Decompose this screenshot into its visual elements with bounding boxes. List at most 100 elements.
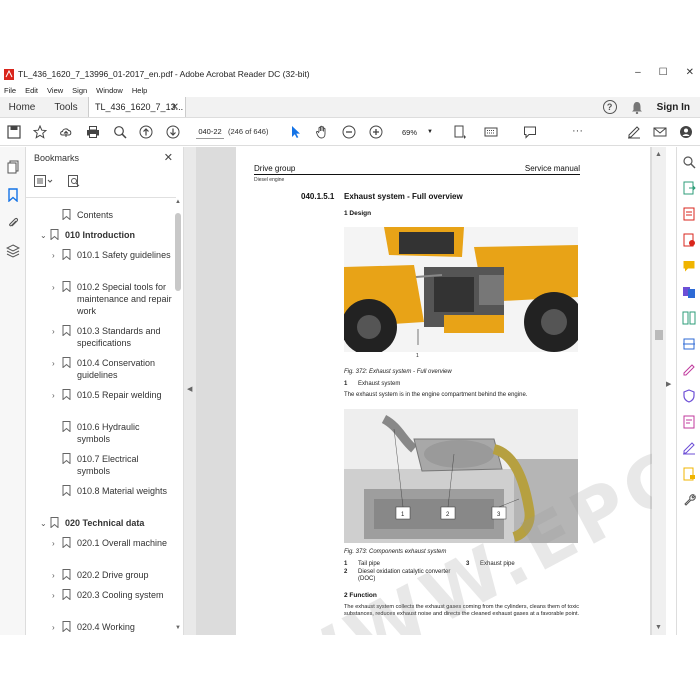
scan-ocr-icon[interactable] [682, 337, 696, 351]
chevron-right-icon[interactable]: › [52, 250, 62, 262]
chevron-right-icon[interactable]: › [52, 390, 62, 402]
tab-home[interactable]: Home [0, 97, 44, 117]
bell-icon[interactable] [631, 101, 643, 114]
layers-icon[interactable] [5, 243, 21, 259]
comment-icon[interactable] [522, 124, 538, 140]
page-number-input[interactable]: 040-22 [196, 125, 224, 139]
bookmarks-panel-icon[interactable] [5, 187, 21, 203]
chevron-right-icon[interactable]: › [52, 358, 62, 370]
scrollbar-thumb[interactable] [175, 213, 181, 291]
close-window-button[interactable]: ✕ [686, 67, 694, 78]
chevron-right-icon[interactable]: › [52, 326, 62, 338]
edit-pdf-icon[interactable] [682, 233, 696, 247]
next-page-icon[interactable] [165, 124, 181, 140]
document-scrollbar[interactable]: ▲ ▼ [652, 147, 666, 635]
document-viewer[interactable]: Drive group Service manual Diesel engine… [196, 147, 666, 635]
prepare-form-icon[interactable] [682, 415, 696, 429]
scroll-up-icon[interactable]: ▲ [175, 199, 181, 205]
sign-in-button[interactable]: Sign In [657, 102, 690, 113]
search-icon[interactable] [682, 155, 696, 169]
more-tools-wrench-icon[interactable] [682, 493, 696, 507]
bookmark-label: 010.4 Conservation guidelines [77, 358, 156, 380]
menu-edit[interactable]: Edit [25, 86, 38, 95]
zoom-search-icon[interactable] [112, 124, 128, 140]
bookmark-item[interactable]: › 020.4 Working hydraulic [52, 621, 173, 635]
chevron-right-icon[interactable]: › [52, 622, 62, 634]
bookmark-item[interactable]: › 010.4 Conservation guidelines [52, 357, 173, 381]
bookmark-item[interactable]: › 010.2 Special tools for maintenance and… [52, 281, 173, 317]
export-pdf-icon[interactable] [682, 181, 696, 195]
bookmark-section[interactable]: ⌄ 020 Technical data [40, 517, 161, 530]
chevron-right-icon[interactable]: › [52, 570, 62, 582]
cloud-upload-icon[interactable] [58, 124, 74, 140]
bookmark-options-icon[interactable] [34, 175, 54, 187]
figure-1-description: The exhaust system is in the engine comp… [344, 392, 528, 398]
send-comments-icon[interactable] [682, 467, 696, 481]
sign-pen-icon[interactable] [626, 124, 642, 140]
scrollbar-thumb[interactable] [655, 330, 663, 340]
bookmark-item[interactable]: 010.7 Electrical symbols [52, 453, 173, 477]
create-pdf-icon[interactable] [682, 207, 696, 221]
menu-sign[interactable]: Sign [72, 86, 87, 95]
bookmark-item[interactable]: 010.8 Material weights [52, 485, 173, 497]
chevron-down-icon[interactable]: ⌄ [40, 230, 50, 242]
zoom-out-icon[interactable] [341, 124, 357, 140]
menu-view[interactable]: View [47, 86, 63, 95]
bookmark-item[interactable]: › 020.3 Cooling system [52, 589, 173, 602]
collapse-panel-icon[interactable]: ◀ [187, 385, 192, 393]
comment-tool-icon[interactable] [682, 259, 696, 273]
chevron-down-icon[interactable]: ⌄ [40, 518, 50, 530]
hand-tool-icon[interactable] [314, 124, 330, 140]
account-icon[interactable] [678, 124, 694, 140]
menu-help[interactable]: Help [132, 86, 147, 95]
tab-tools[interactable]: Tools [44, 97, 88, 117]
tab-close-icon[interactable]: ✕ [171, 102, 179, 113]
tab-document[interactable]: TL_436_1620_7_13... ✕ [88, 97, 186, 117]
keyboard-icon[interactable] [483, 124, 499, 140]
bookmark-item[interactable]: Contents [52, 209, 173, 221]
select-cursor-icon[interactable] [288, 124, 304, 140]
zoom-level-select[interactable]: 69% ▼ [396, 125, 436, 139]
bookmark-scrollbar[interactable] [175, 209, 181, 629]
menu-file[interactable]: File [4, 86, 16, 95]
bookmark-section[interactable]: ⌄ 010 Introduction [40, 229, 161, 242]
scroll-down-icon[interactable]: ▼ [655, 624, 662, 631]
chevron-right-icon[interactable]: › [52, 282, 62, 294]
combine-files-icon[interactable] [682, 285, 696, 299]
chevron-right-icon[interactable]: › [52, 538, 62, 550]
bookmark-item[interactable]: › 020.2 Drive group [52, 569, 173, 582]
bookmark-item[interactable]: › 010.5 Repair welding [52, 389, 173, 402]
email-icon[interactable] [652, 124, 668, 140]
zoom-in-icon[interactable] [368, 124, 384, 140]
organize-pages-icon[interactable] [682, 311, 696, 325]
page-thumbnails-icon[interactable] [5, 159, 21, 175]
expand-tools-icon[interactable]: ▶ [666, 380, 671, 388]
attachments-icon[interactable] [5, 215, 21, 231]
bookmark-label: 020.2 Drive group [77, 570, 149, 580]
more-tools-icon[interactable]: ··· [572, 125, 583, 137]
page-fit-icon[interactable] [452, 124, 468, 140]
panel-splitter[interactable]: ◀ [184, 147, 196, 635]
chevron-right-icon[interactable]: › [52, 590, 62, 602]
bookmark-item[interactable]: › 020.1 Overall machine [52, 537, 173, 550]
scroll-down-icon[interactable]: ▼ [175, 625, 181, 631]
send-for-signature-icon[interactable] [682, 441, 696, 455]
previous-page-icon[interactable] [138, 124, 154, 140]
menu-window[interactable]: Window [96, 86, 123, 95]
close-panel-icon[interactable]: ✕ [164, 151, 173, 164]
scroll-up-icon[interactable]: ▲ [655, 151, 662, 158]
maximize-button[interactable]: ☐ [659, 67, 668, 78]
fill-sign-icon[interactable] [682, 363, 696, 377]
help-icon[interactable]: ? [602, 100, 617, 114]
save-icon[interactable] [6, 124, 22, 140]
pdf-subheader: Diesel engine [254, 177, 285, 183]
minimize-button[interactable]: – [635, 67, 641, 78]
bookmark-item[interactable]: 010.6 Hydraulic symbols [52, 421, 173, 445]
protect-shield-icon[interactable] [682, 389, 696, 403]
star-icon[interactable] [32, 124, 48, 140]
find-bookmark-icon[interactable] [68, 175, 80, 187]
menu-bar: File Edit View Sign Window Help [0, 84, 700, 96]
bookmark-item[interactable]: › 010.1 Safety guidelines [52, 249, 173, 262]
print-icon[interactable] [85, 124, 101, 140]
bookmark-item[interactable]: › 010.3 Standards and specifications [52, 325, 173, 349]
